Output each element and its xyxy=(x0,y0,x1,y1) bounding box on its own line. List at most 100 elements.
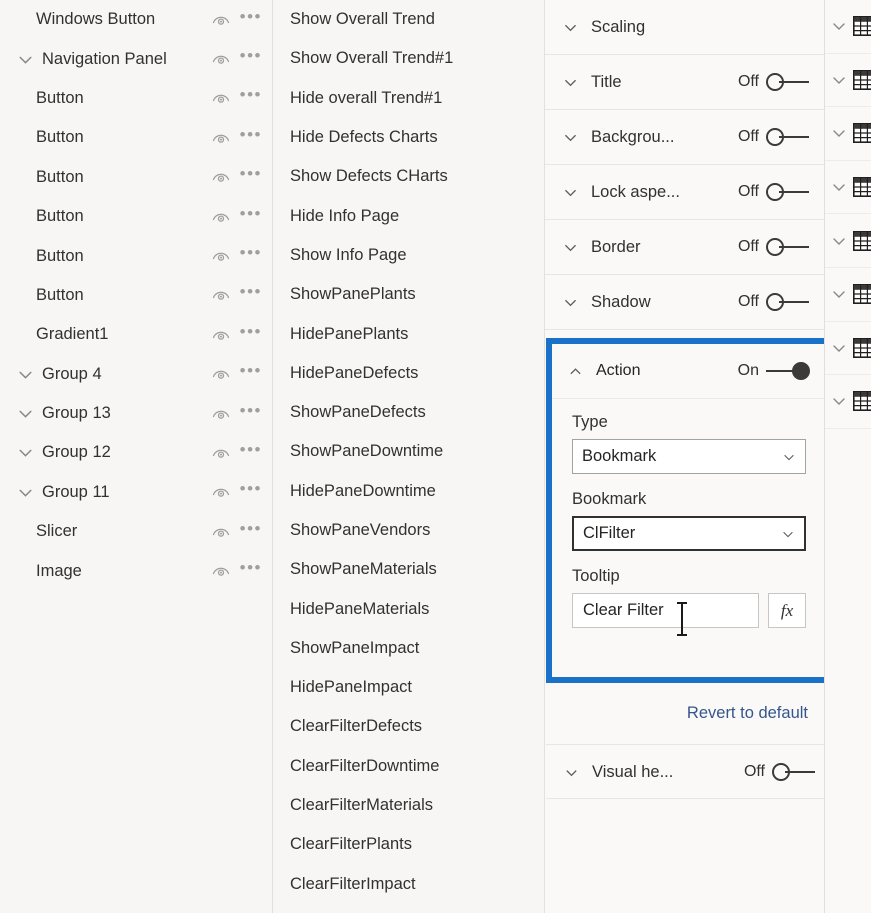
bookmark-item[interactable]: ShowPaneDefects xyxy=(273,393,544,432)
selection-item[interactable]: Button ••• xyxy=(0,158,272,197)
field-table-row[interactable] xyxy=(825,54,871,108)
selection-item[interactable]: Button ••• xyxy=(0,118,272,157)
bookmark-dropdown[interactable]: ClFilter xyxy=(572,516,806,551)
chevron-down-icon[interactable] xyxy=(831,125,847,141)
chevron-down-icon[interactable] xyxy=(14,484,36,501)
chevron-up-icon[interactable] xyxy=(568,364,592,379)
selection-item[interactable]: Image ••• xyxy=(0,551,272,590)
field-table-row[interactable] xyxy=(825,0,871,54)
ellipsis-icon[interactable]: ••• xyxy=(240,559,262,579)
ellipsis-icon[interactable]: ••• xyxy=(240,480,262,500)
field-table-row[interactable] xyxy=(825,214,871,268)
selection-item[interactable]: Group 12 ••• xyxy=(0,433,272,472)
selection-item[interactable]: Button ••• xyxy=(0,276,272,315)
format-card-toggle-group[interactable]: Off xyxy=(738,237,810,257)
bookmark-item[interactable]: ShowNavPanel xyxy=(273,904,544,913)
chevron-down-icon[interactable] xyxy=(831,72,847,88)
chevron-down-icon[interactable] xyxy=(14,405,36,422)
bookmark-item[interactable]: ClearFilterMaterials xyxy=(273,786,544,825)
ellipsis-icon[interactable]: ••• xyxy=(240,205,262,225)
selection-item[interactable]: Navigation Panel ••• xyxy=(0,39,272,78)
action-card-header[interactable]: Action On xyxy=(552,344,824,399)
ellipsis-icon[interactable]: ••• xyxy=(240,362,262,382)
field-table-row[interactable] xyxy=(825,322,871,376)
action-toggle-switch[interactable] xyxy=(766,361,810,381)
format-card-toggle-switch[interactable] xyxy=(766,292,810,312)
bookmark-item[interactable]: Hide Defects Charts xyxy=(273,118,544,157)
ellipsis-icon[interactable]: ••• xyxy=(240,520,262,540)
selection-item[interactable]: Gradient1 ••• xyxy=(0,315,272,354)
bookmark-item[interactable]: Hide overall Trend#1 xyxy=(273,79,544,118)
ellipsis-icon[interactable]: ••• xyxy=(240,244,262,264)
chevron-down-icon[interactable] xyxy=(14,444,36,461)
ellipsis-icon[interactable]: ••• xyxy=(240,283,262,303)
field-table-row[interactable] xyxy=(825,161,871,215)
format-card-toggle-group[interactable]: Off xyxy=(738,72,810,92)
bookmark-item[interactable]: Show Overall Trend#1 xyxy=(273,39,544,78)
selection-item[interactable]: Button ••• xyxy=(0,197,272,236)
selection-item[interactable]: Group 4 ••• xyxy=(0,355,272,394)
bookmark-item[interactable]: ShowPaneImpact xyxy=(273,629,544,668)
bookmark-item[interactable]: ClearFilterImpact xyxy=(273,865,544,904)
bookmark-item[interactable]: Show Overall Trend xyxy=(273,0,544,39)
chevron-down-icon[interactable] xyxy=(831,18,847,34)
chevron-down-icon[interactable] xyxy=(831,340,847,356)
chevron-down-icon[interactable] xyxy=(564,765,588,780)
tooltip-input[interactable]: Clear Filter xyxy=(572,593,759,636)
chevron-down-icon[interactable] xyxy=(563,130,587,145)
field-table-row[interactable] xyxy=(825,268,871,322)
eye-icon[interactable] xyxy=(211,128,231,148)
ellipsis-icon[interactable]: ••• xyxy=(240,86,262,106)
fx-button[interactable]: fx xyxy=(768,593,806,628)
bookmark-item[interactable]: HidePanePlants xyxy=(273,314,544,353)
format-card-toggle-switch[interactable] xyxy=(766,72,810,92)
format-card-header[interactable]: Lock aspe... Off xyxy=(545,165,824,219)
chevron-down-icon[interactable] xyxy=(563,20,587,35)
chevron-down-icon[interactable] xyxy=(14,51,36,68)
selection-item[interactable]: Group 13 ••• xyxy=(0,394,272,433)
visual-header-card-header[interactable]: Visual he... Off xyxy=(546,745,824,799)
format-card-toggle-group[interactable]: Off xyxy=(738,182,810,202)
bookmark-item[interactable]: ClearFilterDowntime xyxy=(273,747,544,786)
type-dropdown[interactable]: Bookmark xyxy=(572,439,806,474)
selection-item[interactable]: Button ••• xyxy=(0,79,272,118)
bookmark-item[interactable]: HidePaneDowntime xyxy=(273,472,544,511)
chevron-down-icon[interactable] xyxy=(831,233,847,249)
eye-icon[interactable] xyxy=(211,443,231,463)
chevron-down-icon[interactable] xyxy=(563,75,587,90)
bookmark-item[interactable]: Show Defects CHarts xyxy=(273,157,544,196)
format-card-toggle-switch[interactable] xyxy=(766,182,810,202)
format-card-header[interactable]: Backgrou... Off xyxy=(545,110,824,164)
eye-icon[interactable] xyxy=(211,167,231,187)
format-card-toggle-group[interactable]: Off xyxy=(738,292,810,312)
chevron-down-icon[interactable] xyxy=(831,286,847,302)
bookmark-item[interactable]: HidePaneDefects xyxy=(273,354,544,393)
action-toggle-group[interactable]: On xyxy=(738,361,810,381)
bookmark-item[interactable]: ShowPaneDowntime xyxy=(273,432,544,471)
ellipsis-icon[interactable]: ••• xyxy=(240,8,262,28)
chevron-down-icon[interactable] xyxy=(14,366,36,383)
eye-icon[interactable] xyxy=(211,482,231,502)
format-card-toggle-group[interactable]: Off xyxy=(738,127,810,147)
format-card-header[interactable]: Border Off xyxy=(545,220,824,274)
bookmark-item[interactable]: Hide Info Page xyxy=(273,196,544,235)
field-table-row[interactable] xyxy=(825,107,871,161)
eye-icon[interactable] xyxy=(211,285,231,305)
revert-to-default-link[interactable]: Revert to default xyxy=(687,704,808,723)
format-card-toggle-switch[interactable] xyxy=(766,237,810,257)
format-card-toggle-switch[interactable] xyxy=(766,127,810,147)
ellipsis-icon[interactable]: ••• xyxy=(240,47,262,67)
selection-item[interactable]: Group 11 ••• xyxy=(0,473,272,512)
eye-icon[interactable] xyxy=(211,325,231,345)
eye-icon[interactable] xyxy=(211,522,231,542)
selection-item[interactable]: Button ••• xyxy=(0,236,272,275)
selection-item[interactable]: Slicer ••• xyxy=(0,512,272,551)
chevron-down-icon[interactable] xyxy=(563,240,587,255)
ellipsis-icon[interactable]: ••• xyxy=(240,441,262,461)
bookmark-item[interactable]: ShowPaneVendors xyxy=(273,511,544,550)
visual-header-toggle-group[interactable]: Off xyxy=(744,762,816,782)
eye-icon[interactable] xyxy=(211,88,231,108)
bookmark-item[interactable]: ClearFilterPlants xyxy=(273,825,544,864)
eye-icon[interactable] xyxy=(211,561,231,581)
eye-icon[interactable] xyxy=(211,404,231,424)
